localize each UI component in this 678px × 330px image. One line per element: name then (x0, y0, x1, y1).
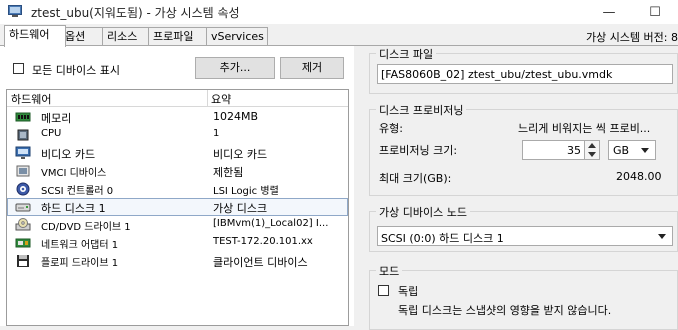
column-divider[interactable] (207, 90, 208, 106)
table-row[interactable]: SCSI 컨트롤러 0 LSI Logic 병렬 (7, 180, 348, 198)
table-row[interactable]: 플로피 드라이브 1 클라이언트 디바이스 (7, 252, 348, 270)
remove-button[interactable]: 제거 (280, 57, 344, 79)
table-row-selected[interactable]: 하드 디스크 1 가상 디스크 (7, 198, 348, 216)
table-row[interactable]: 네트워크 어댑터 1 TEST-172.20.101.xx (7, 234, 348, 252)
scsi-controller-icon (16, 182, 30, 196)
add-button[interactable]: 추가... (195, 57, 275, 79)
tab-vservices[interactable]: vServices (206, 27, 268, 46)
vm-version-label: 가상 시스템 버전: 8 (585, 31, 678, 44)
max-size-label: 최대 크기(GB): (379, 172, 452, 185)
row-name: SCSI 컨트롤러 0 (41, 186, 114, 197)
network-adapter-icon (15, 238, 31, 248)
row-summary: TEST-172.20.101.xx (213, 236, 313, 247)
virtual-device-node-group: 가상 디바이스 노드 SCSI (0:0) 하드 디스크 1 (369, 204, 678, 252)
virtual-device-node-value: SCSI (0:0) 하드 디스크 1 (381, 232, 504, 245)
type-label: 유형: (379, 122, 403, 135)
maximize-button[interactable]: ☐ (632, 0, 678, 24)
table-row[interactable]: 메모리 1024MB (7, 108, 348, 126)
group-title: 디스크 파일 (376, 46, 437, 62)
row-name: 네트워크 어댑터 1 (41, 240, 119, 251)
provisioned-size-label: 프로비저닝 크기: (379, 144, 458, 157)
vm-app-icon (8, 5, 22, 17)
row-name: 비디오 카드 (41, 148, 96, 161)
disk-file-path: [FAS8060B_02] ztest_ubu/ztest_ubu.vmdk (381, 68, 613, 81)
max-size-value: 2048.00 (616, 170, 662, 183)
tab-hardware[interactable]: 하드웨어 (4, 25, 66, 47)
provisioned-size-value: 35 (567, 144, 581, 157)
row-summary: 비디오 카드 (213, 148, 268, 161)
video-card-icon (15, 146, 31, 159)
spin-up-icon[interactable] (588, 143, 596, 148)
vmci-device-icon (16, 165, 30, 177)
title-bar: ztest_ubu(지워도됨) - 가상 시스템 속성 — ☐ (0, 0, 678, 24)
cpu-icon (17, 129, 29, 141)
row-name: 플로피 드라이브 1 (41, 258, 119, 269)
minimize-icon: — (602, 4, 616, 20)
minimize-button[interactable]: — (586, 0, 632, 24)
independent-label: 독립 (398, 285, 419, 298)
size-unit-value: GB (613, 144, 630, 157)
size-spinner[interactable] (584, 141, 599, 159)
mode-group: 모드 독립 독립 디스크는 스냅샷의 영향을 받지 않습니다. (369, 263, 678, 330)
table-header: 하드웨어 요약 (7, 90, 348, 107)
column-header-hardware[interactable]: 하드웨어 (11, 91, 51, 107)
table-row[interactable]: VMCI 디바이스 제한됨 (7, 162, 348, 180)
disk-file-group: 디스크 파일 [FAS8060B_02] ztest_ubu/ztest_ubu… (369, 46, 678, 94)
virtual-device-node-select[interactable]: SCSI (0:0) 하드 디스크 1 (377, 226, 673, 246)
chevron-down-icon (658, 234, 666, 239)
independent-checkbox[interactable] (378, 285, 389, 299)
memory-icon (15, 112, 31, 122)
row-name: 하드 디스크 1 (41, 202, 106, 215)
row-summary: 1 (213, 128, 220, 139)
hard-disk-icon (15, 203, 31, 212)
row-summary: 제한됨 (213, 166, 244, 179)
row-name: CPU (41, 128, 62, 139)
row-summary: LSI Logic 병렬 (213, 186, 279, 197)
hardware-table: 하드웨어 요약 메모리 1024MB CPU 1 비디오 카드 비디오 카드 V… (6, 89, 349, 326)
chevron-down-icon (641, 148, 649, 153)
group-title: 디스크 프로비저닝 (376, 102, 467, 118)
tab-resources[interactable]: 리소스 (102, 27, 154, 46)
row-name: VMCI 디바이스 (41, 168, 107, 179)
show-all-devices-label: 모든 디바이스 표시 (32, 64, 120, 77)
cd-dvd-drive-icon (15, 218, 31, 231)
checkbox-box[interactable] (378, 285, 389, 296)
table-row[interactable]: 비디오 카드 비디오 카드 (7, 144, 348, 162)
provisioned-size-input[interactable]: 35 (522, 140, 600, 160)
row-summary: [IBMvm(1)_Local02] I... (213, 218, 329, 229)
type-value: 느리게 비워지는 씩 프로비... (518, 122, 651, 135)
row-summary: 1024MB (213, 110, 259, 123)
group-title: 모드 (376, 263, 403, 279)
disk-file-path-field[interactable]: [FAS8060B_02] ztest_ubu/ztest_ubu.vmdk (377, 64, 673, 84)
row-name: 메모리 (41, 112, 72, 125)
maximize-icon: ☐ (649, 4, 661, 20)
row-summary: 클라이언트 디바이스 (213, 256, 308, 269)
spin-down-icon[interactable] (588, 152, 596, 157)
tab-options[interactable]: 옵션 (60, 27, 108, 46)
checkbox-box[interactable] (13, 63, 24, 74)
row-name: CD/DVD 드라이브 1 (41, 222, 131, 233)
show-all-devices-checkbox[interactable] (13, 63, 24, 77)
independent-description: 독립 디스크는 스냅샷의 영향을 받지 않습니다. (398, 304, 612, 317)
tab-profiles[interactable]: 프로파일 (148, 27, 212, 46)
disk-provisioning-group: 디스크 프로비저닝 유형: 느리게 비워지는 씩 프로비... 프로비저닝 크기… (369, 102, 678, 196)
group-title: 가상 디바이스 노드 (376, 204, 470, 220)
tab-strip: 하드웨어 옵션 리소스 프로파일 vServices 가상 시스템 버전: 8 (0, 24, 678, 47)
row-summary: 가상 디스크 (213, 202, 268, 215)
column-header-summary[interactable]: 요약 (211, 91, 231, 107)
window-title: ztest_ubu(지워도됨) - 가상 시스템 속성 (31, 6, 240, 20)
size-unit-select[interactable]: GB (608, 140, 656, 160)
table-row[interactable]: CPU 1 (7, 126, 348, 144)
floppy-drive-icon (17, 255, 29, 267)
table-row[interactable]: CD/DVD 드라이브 1 [IBMvm(1)_Local02] I... (7, 216, 348, 234)
